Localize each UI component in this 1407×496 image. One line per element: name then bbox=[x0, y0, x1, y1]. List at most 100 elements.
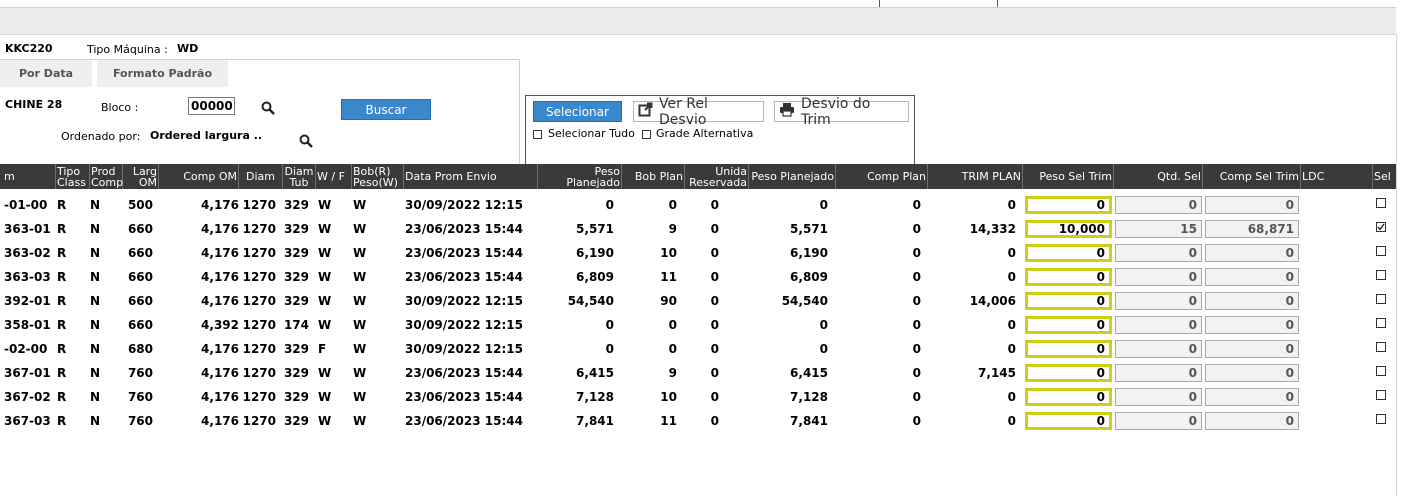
col-bob-plan[interactable]: Bob Plan bbox=[622, 164, 685, 189]
top-divider bbox=[997, 0, 998, 7]
selecionar-tudo-checkbox[interactable] bbox=[533, 130, 542, 139]
row-select-checkbox[interactable] bbox=[1376, 342, 1386, 352]
table-row[interactable]: 367-01 R N 760 4,176 1270 329 W W 23/06/2023 15:4… bbox=[0, 362, 1396, 386]
col-diam-tub[interactable]: Diam Tub bbox=[283, 164, 316, 189]
col-data-prom[interactable]: Data Prom Envio bbox=[404, 164, 538, 189]
peso-sel-trim-input[interactable]: 0 bbox=[1025, 244, 1112, 262]
cell-larg: 760 bbox=[127, 414, 153, 428]
col-comp-om[interactable]: Comp OM bbox=[159, 164, 239, 189]
cell-tipo: R bbox=[57, 246, 67, 260]
cell-bob-plan: 10 bbox=[660, 246, 677, 260]
row-select-checkbox[interactable] bbox=[1376, 414, 1386, 424]
peso-sel-trim-input[interactable]: 0 bbox=[1025, 292, 1112, 310]
row-select-checkbox[interactable] bbox=[1376, 390, 1386, 400]
cell-trim: 14,006 bbox=[969, 294, 1016, 308]
cell-diam-tub: 329 bbox=[283, 270, 309, 284]
cell-peso2: 54,540 bbox=[781, 294, 828, 308]
cell-diam: 1270 bbox=[242, 318, 276, 332]
printer-icon bbox=[779, 102, 795, 121]
cell-diam-tub: 329 bbox=[283, 198, 309, 212]
cell-bob: W bbox=[353, 270, 367, 284]
grade-alternativa-checkbox[interactable] bbox=[642, 130, 651, 139]
table-row[interactable]: 358-01 R N 660 4,392 1270 174 W W 30/09/2022 12:1… bbox=[0, 314, 1396, 338]
cell-peso: 0 bbox=[605, 198, 614, 212]
table-row[interactable]: 363-03 R N 660 4,176 1270 329 W W 23/06/2023 15:4… bbox=[0, 266, 1396, 290]
buscar-button[interactable]: Buscar bbox=[341, 99, 431, 120]
col-sel[interactable]: Sel bbox=[1373, 164, 1396, 189]
table-row[interactable]: 363-02 R N 660 4,176 1270 329 W W 23/06/2023 15:4… bbox=[0, 242, 1396, 266]
cell-peso2: 6,190 bbox=[790, 246, 828, 260]
cell-prod: N bbox=[90, 294, 101, 308]
cell-tipo: R bbox=[57, 270, 67, 284]
cell-comp-plan: 0 bbox=[912, 390, 921, 404]
peso-sel-trim-input[interactable]: 10,000 bbox=[1025, 220, 1112, 238]
col-om[interactable]: m bbox=[0, 164, 56, 189]
bloco-input[interactable]: 00000 bbox=[188, 97, 235, 115]
qtd-sel-field: 0 bbox=[1115, 388, 1202, 406]
cell-prod: N bbox=[90, 270, 101, 284]
cell-bob-plan: 11 bbox=[660, 270, 677, 284]
col-comp-sel-trim[interactable]: Comp Sel Trim bbox=[1203, 164, 1301, 189]
col-qtd-sel[interactable]: Qtd. Sel bbox=[1114, 164, 1203, 189]
cell-comp-plan: 0 bbox=[912, 318, 921, 332]
cell-unid: 0 bbox=[710, 414, 719, 428]
cell-trim: 0 bbox=[1007, 390, 1016, 404]
peso-sel-trim-input[interactable]: 0 bbox=[1025, 196, 1112, 214]
cell-peso2: 7,128 bbox=[790, 390, 828, 404]
check-icon bbox=[1377, 223, 1385, 231]
comp-sel-trim-field: 0 bbox=[1205, 364, 1299, 382]
desvio-trim-button[interactable]: Desvio do Trim bbox=[774, 96, 909, 128]
col-diam[interactable]: Diam bbox=[239, 164, 283, 189]
peso-sel-trim-input[interactable]: 0 bbox=[1025, 388, 1112, 406]
table-row[interactable]: 392-01 R N 660 4,176 1270 329 W W 30/09/2022 12:1… bbox=[0, 290, 1396, 314]
cell-tipo: R bbox=[57, 366, 67, 380]
tab-por-data[interactable]: Por Data bbox=[0, 60, 92, 87]
peso-sel-trim-input[interactable]: 0 bbox=[1025, 316, 1112, 334]
col-peso-sel-trim[interactable]: Peso Sel Trim bbox=[1023, 164, 1114, 189]
col-larg-om[interactable]: Larg OM bbox=[123, 164, 159, 189]
col-trim-plan[interactable]: TRIM PLAN bbox=[928, 164, 1023, 189]
table-row[interactable]: -02-00 R N 680 4,176 1270 329 F W 30/09/2022 12:1… bbox=[0, 338, 1396, 362]
cell-diam-tub: 329 bbox=[283, 246, 309, 260]
row-select-checkbox[interactable] bbox=[1376, 222, 1386, 232]
cell-tipo: R bbox=[57, 390, 67, 404]
peso-sel-trim-input[interactable]: 0 bbox=[1025, 268, 1112, 286]
cell-diam: 1270 bbox=[242, 198, 276, 212]
row-select-checkbox[interactable] bbox=[1376, 246, 1386, 256]
tab-formato-padrao[interactable]: Formato Padrão bbox=[97, 60, 228, 87]
row-select-checkbox[interactable] bbox=[1376, 318, 1386, 328]
cell-trim: 0 bbox=[1007, 246, 1016, 260]
col-wf[interactable]: W / F bbox=[316, 164, 352, 189]
right-edge bbox=[1396, 34, 1407, 496]
row-select-checkbox[interactable] bbox=[1376, 198, 1386, 208]
row-select-checkbox[interactable] bbox=[1376, 270, 1386, 280]
peso-sel-trim-input[interactable]: 0 bbox=[1025, 412, 1112, 430]
comp-sel-trim-field: 0 bbox=[1205, 412, 1299, 430]
col-peso-planejado-2[interactable]: Peso Planejado bbox=[749, 164, 836, 189]
col-prod-comp[interactable]: Prod Comp bbox=[90, 164, 123, 189]
table-row[interactable]: 367-02 R N 760 4,176 1270 329 W W 23/06/2023 15:4… bbox=[0, 386, 1396, 410]
search-icon[interactable] bbox=[297, 132, 315, 150]
ver-rel-desvio-button[interactable]: Ver Rel Desvio bbox=[633, 96, 764, 128]
cell-data-prom: 30/09/2022 12:15 bbox=[405, 294, 523, 308]
table-row[interactable]: -01-00 R N 500 4,176 1270 329 W W 30/09/2022 12:1… bbox=[0, 194, 1396, 218]
table-row[interactable]: 363-01 R N 660 4,176 1270 329 W W 23/06/2023 15:4… bbox=[0, 218, 1396, 242]
col-tipo-class[interactable]: Tipo Class bbox=[56, 164, 90, 189]
cell-comp-plan: 0 bbox=[912, 294, 921, 308]
search-icon[interactable] bbox=[259, 99, 277, 117]
col-bob[interactable]: Bob(R) Peso(W) bbox=[352, 164, 404, 189]
cell-prod: N bbox=[90, 318, 101, 332]
table-row[interactable]: 367-03 R N 760 4,176 1270 329 W W 23/06/2023 15:4… bbox=[0, 410, 1396, 434]
col-peso-planejado[interactable]: Peso Planejado bbox=[538, 164, 622, 189]
ordenado-value[interactable]: Ordered largura .. bbox=[150, 129, 262, 142]
peso-sel-trim-input[interactable]: 0 bbox=[1025, 340, 1112, 358]
col-unida-reservada[interactable]: Unida Reservada bbox=[685, 164, 749, 189]
peso-sel-trim-input[interactable]: 0 bbox=[1025, 364, 1112, 382]
cell-unid: 0 bbox=[710, 318, 719, 332]
row-select-checkbox[interactable] bbox=[1376, 366, 1386, 376]
cell-prod: N bbox=[90, 390, 101, 404]
row-select-checkbox[interactable] bbox=[1376, 294, 1386, 304]
col-comp-plan[interactable]: Comp Plan bbox=[836, 164, 928, 189]
selecionar-button[interactable]: Selecionar bbox=[533, 101, 622, 122]
col-ldc[interactable]: LDC bbox=[1301, 164, 1373, 189]
